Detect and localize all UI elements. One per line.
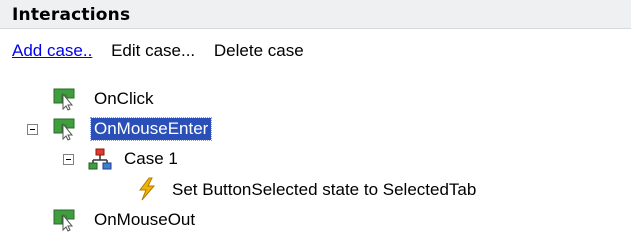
case-actions: Add case.. Edit case... Delete case	[12, 41, 318, 61]
edit-case-link[interactable]: Edit case...	[111, 41, 195, 60]
delete-case-link[interactable]: Delete case	[214, 41, 304, 60]
tree-item-case-1[interactable]: Case 1	[0, 146, 631, 172]
tree-label-onclick: OnClick	[94, 89, 154, 108]
org-chart-case-icon	[88, 148, 112, 170]
panel-header: Interactions	[0, 0, 631, 29]
collapse-minus-icon[interactable]	[63, 154, 74, 165]
tree-item-onmouseenter[interactable]: OnMouseEnter	[0, 116, 631, 142]
tree-item-action[interactable]: Set ButtonSelected state to SelectedTab	[0, 177, 631, 203]
collapse-minus-icon[interactable]	[27, 124, 38, 135]
tree-label-onmouseenter: OnMouseEnter	[89, 117, 213, 141]
tree-label-action: Set ButtonSelected state to SelectedTab	[172, 180, 477, 199]
add-case-link[interactable]: Add case..	[12, 41, 92, 60]
lightning-action-icon	[139, 177, 156, 201]
tree-label-onmouseout: OnMouseOut	[94, 210, 196, 229]
cursor-event-icon	[53, 88, 75, 111]
cursor-event-icon	[53, 209, 75, 232]
tree-label-case-1: Case 1	[124, 149, 178, 168]
tree-item-onclick[interactable]: OnClick	[0, 86, 631, 112]
cursor-event-icon	[53, 118, 75, 141]
tree-item-onmouseout[interactable]: OnMouseOut	[0, 207, 631, 233]
interactions-panel: Interactions Add case.. Edit case... Del…	[0, 0, 631, 244]
panel-title: Interactions	[12, 5, 131, 25]
